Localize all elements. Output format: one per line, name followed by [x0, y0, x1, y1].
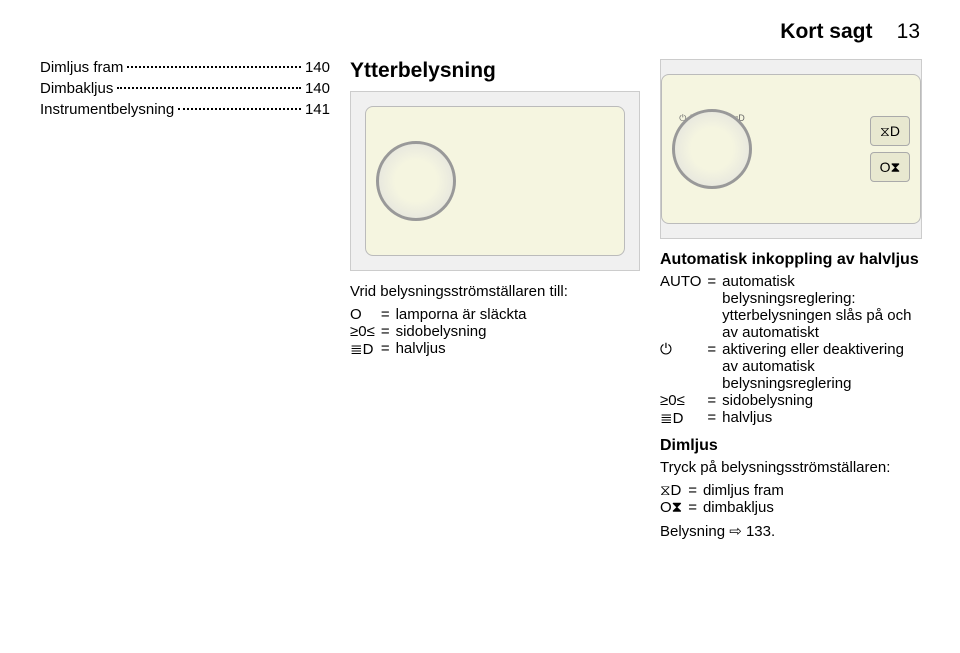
def-row: AUTO = automatisk belysningsreglering: y…	[660, 273, 922, 341]
equals-sign: =	[688, 482, 703, 499]
intro-text: Vrid belysningsströmställaren till:	[350, 283, 640, 300]
toc-dots	[117, 87, 301, 89]
illustration-light-switch-auto: ⏻ AUTO ≥0≤ ≣D ⧖D O⧗	[660, 59, 922, 239]
heading-auto-halvljus: Automatisk inkoppling av halvljus	[660, 251, 922, 269]
def-row: ≣D = halvljus	[660, 409, 922, 427]
toc-label: Dimbakljus	[40, 80, 113, 97]
toc-label: Dimljus fram	[40, 59, 123, 76]
equals-sign: =	[688, 499, 703, 516]
page-header: Kort sagt 13	[40, 20, 920, 44]
def-text: automatisk belysningsreglering: ytterbel…	[722, 273, 922, 341]
column-auto-dimljus: ⏻ AUTO ≥0≤ ≣D ⧖D O⧗ Automatisk inkopplin…	[660, 59, 922, 540]
arrow-icon: ⇨	[729, 523, 742, 540]
definition-list-dim: ⧖D = dimljus fram O⧗ = dimbakljus	[660, 482, 784, 516]
def-row: ≣D = halvljus	[350, 340, 526, 358]
def-symbol: ≥0≤	[350, 323, 381, 340]
def-symbol: O⧗	[660, 499, 688, 516]
definition-list: O = lamporna är släckta ≥0≤ = sidobelysn…	[350, 306, 526, 358]
toc-dots	[178, 108, 301, 110]
toc-item: Dimbakljus 140	[40, 80, 330, 97]
equals-sign: =	[707, 341, 722, 392]
def-symbol: ≣D	[660, 409, 707, 427]
equals-sign: =	[381, 340, 396, 358]
def-symbol: ≥0≤	[660, 392, 707, 409]
def-row: ≥0≤ = sidobelysning	[350, 323, 526, 340]
def-text: dimbakljus	[703, 499, 784, 516]
def-text: sidobelysning	[396, 323, 527, 340]
toc-page: 140	[305, 80, 330, 97]
def-text: halvljus	[396, 340, 527, 358]
def-row: O⧗ = dimbakljus	[660, 499, 784, 516]
def-symbol: ⏻	[660, 341, 707, 392]
def-symbol: ≣D	[350, 340, 381, 358]
def-symbol: O	[350, 306, 381, 323]
toc-item: Instrumentbelysning 141	[40, 101, 330, 118]
equals-sign: =	[707, 273, 722, 341]
def-symbol: ⧖D	[660, 482, 688, 499]
illustration-light-switch-basic: O ≥0≤ ≣D	[350, 91, 640, 271]
dial-icon	[376, 141, 456, 221]
toc-page: 141	[305, 101, 330, 118]
toc-item: Dimljus fram 140	[40, 59, 330, 76]
def-row: ⧖D = dimljus fram	[660, 482, 784, 499]
def-text: aktivering eller deaktivering av automat…	[722, 341, 922, 392]
heading-ytterbelysning: Ytterbelysning	[350, 59, 640, 83]
heading-dimljus: Dimljus	[660, 437, 922, 455]
equals-sign: =	[707, 409, 722, 427]
toc-label: Instrumentbelysning	[40, 101, 174, 118]
toc-page: 140	[305, 59, 330, 76]
section-title: Kort sagt	[780, 20, 872, 43]
def-text: halvljus	[722, 409, 922, 427]
ref-page: 133.	[746, 523, 775, 540]
dimljus-intro: Tryck på belysningsströmställaren:	[660, 459, 922, 476]
equals-sign: =	[381, 323, 396, 340]
def-text: dimljus fram	[703, 482, 784, 499]
page-number: 13	[897, 20, 920, 43]
equals-sign: =	[707, 392, 722, 409]
def-row: ⏻ = aktivering eller deaktivering av aut…	[660, 341, 922, 392]
column-ytterbelysning: Ytterbelysning O ≥0≤ ≣D Vrid belysningss…	[350, 59, 640, 540]
dial-icon	[672, 109, 752, 189]
equals-sign: =	[381, 306, 396, 323]
fog-front-button-icon: ⧖D	[870, 116, 910, 146]
definition-list-auto: AUTO = automatisk belysningsreglering: y…	[660, 273, 922, 427]
toc-dots	[127, 66, 301, 68]
def-row: ≥0≤ = sidobelysning	[660, 392, 922, 409]
def-text: sidobelysning	[722, 392, 922, 409]
cross-reference: Belysning ⇨ 133.	[660, 522, 922, 540]
fog-rear-button-icon: O⧗	[870, 152, 910, 182]
def-symbol: AUTO	[660, 273, 707, 341]
ref-label: Belysning	[660, 523, 725, 540]
column-toc: Dimljus fram 140 Dimbakljus 140 Instrume…	[40, 59, 330, 540]
def-text: lamporna är släckta	[396, 306, 527, 323]
def-row: O = lamporna är släckta	[350, 306, 526, 323]
